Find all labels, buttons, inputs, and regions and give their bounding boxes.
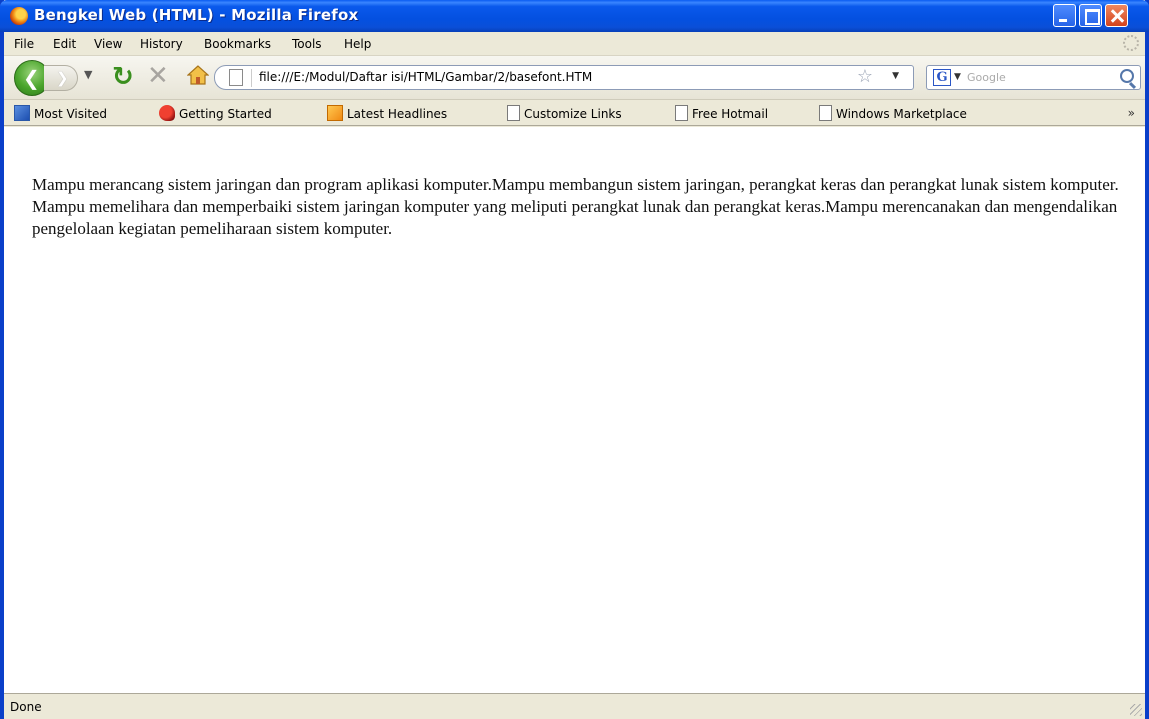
menu-help[interactable]: Help [344,37,371,51]
bookmark-latest-headlines[interactable]: Latest Headlines [327,105,447,121]
status-bar: Done [4,693,1145,719]
menu-file[interactable]: File [14,37,34,51]
menu-history[interactable]: History [140,37,183,51]
bookmarks-toolbar: Most Visited Getting Started Latest Head… [4,100,1145,126]
forward-arrow-icon: ❯ [56,69,69,87]
search-engine-icon[interactable]: G [933,69,951,86]
menu-bar: File Edit View History Bookmarks Tools H… [4,32,1145,56]
bookmark-label: Most Visited [34,107,108,121]
history-dropdown-icon[interactable]: ▼ [84,68,92,81]
address-separator [251,69,252,87]
bookmark-star-icon[interactable]: ☆ [857,66,873,87]
bookmark-label: Customize Links [524,107,622,121]
search-box[interactable]: G ▼ Google [926,65,1141,90]
title-bar[interactable]: Bengkel Web (HTML) - Mozilla Firefox [0,0,1149,32]
reload-icon[interactable]: ↻ [112,62,134,92]
page-icon [819,105,832,121]
rss-feed-icon [327,105,343,121]
bookmarks-overflow-chevron-icon[interactable]: » [1128,106,1135,120]
bookmark-getting-started[interactable]: Getting Started [159,105,272,121]
search-icon[interactable] [1120,69,1134,83]
page-icon [229,69,243,86]
engine-dropdown-icon[interactable]: ▼ [954,72,961,82]
home-icon[interactable] [187,64,209,86]
window-title: Bengkel Web (HTML) - Mozilla Firefox [34,6,359,24]
navigation-toolbar: ❮ ❯ ▼ ↻ ✕ file:///E:/Modul/Daftar isi/HT… [4,56,1145,100]
url-text[interactable]: file:///E:/Modul/Daftar isi/HTML/Gambar/… [259,70,592,84]
menu-bookmarks[interactable]: Bookmarks [204,37,271,51]
close-button[interactable] [1105,4,1128,27]
stop-icon[interactable]: ✕ [147,61,169,91]
bookmark-label: Latest Headlines [347,107,448,121]
page-icon [675,105,688,121]
menu-view[interactable]: View [94,37,122,51]
maximize-button[interactable] [1079,4,1102,27]
firefox-icon [159,105,175,121]
back-arrow-icon: ❮ [23,66,40,90]
bookmark-label: Getting Started [179,107,272,121]
body-paragraph: Mampu merancang sistem jaringan dan prog… [32,175,1119,238]
bookmark-windows-marketplace[interactable]: Windows Marketplace [819,105,967,121]
page-icon [507,105,520,121]
firefox-app-icon [10,7,28,25]
status-text: Done [10,700,42,714]
bookmark-label: Windows Marketplace [836,107,967,121]
browser-window: Bengkel Web (HTML) - Mozilla Firefox Fil… [0,0,1149,719]
activity-throbber-icon [1123,35,1139,51]
forward-button[interactable]: ❯ [44,65,78,91]
minimize-button[interactable] [1053,4,1076,27]
bookmark-free-hotmail[interactable]: Free Hotmail [675,105,768,121]
bookmark-label: Free Hotmail [692,107,769,121]
menu-tools[interactable]: Tools [292,37,322,51]
bookmark-most-visited[interactable]: Most Visited [14,105,107,121]
bookmark-customize-links[interactable]: Customize Links [507,105,622,121]
url-dropdown-icon[interactable]: ▼ [892,71,899,81]
resize-grip-icon[interactable] [1130,704,1142,716]
search-input[interactable]: Google [967,71,1006,84]
menu-edit[interactable]: Edit [53,37,76,51]
most-visited-icon [14,105,30,121]
address-bar[interactable]: file:///E:/Modul/Daftar isi/HTML/Gambar/… [214,65,914,90]
page-content: Mampu merancang sistem jaringan dan prog… [4,127,1145,693]
